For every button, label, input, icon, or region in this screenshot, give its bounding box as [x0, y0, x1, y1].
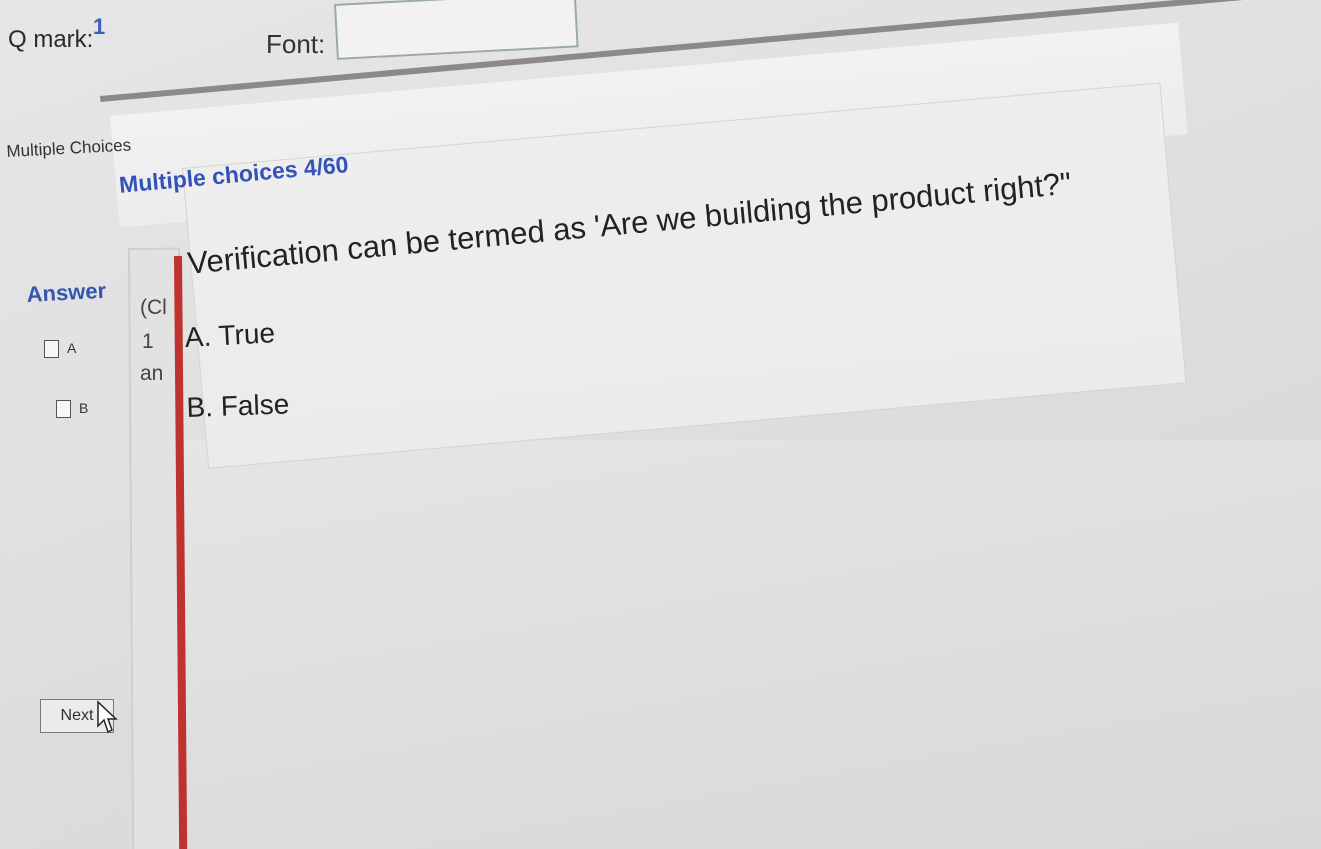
- side-column-text: (Cl: [140, 296, 167, 319]
- answer-option-letter: A: [67, 340, 77, 356]
- font-label: Font:: [266, 29, 326, 59]
- answer-option-letter: B: [79, 400, 89, 416]
- answer-label: Answer: [26, 277, 107, 307]
- checkbox-b[interactable]: [56, 400, 71, 419]
- font-select[interactable]: [334, 0, 579, 60]
- question-lower-area: [182, 440, 1321, 849]
- side-column-text: 1: [142, 330, 154, 353]
- answer-option-a[interactable]: A: [44, 340, 77, 359]
- answer-option-b[interactable]: B: [56, 400, 89, 419]
- qmark-label: Q mark:: [8, 26, 94, 53]
- option-a-label: A. True: [184, 317, 276, 353]
- side-column-text: an: [140, 362, 164, 385]
- qmark-value: 1: [93, 14, 106, 39]
- mouse-pointer-icon: [97, 700, 118, 734]
- option-b-label: B. False: [186, 388, 290, 423]
- checkbox-a[interactable]: [44, 340, 59, 359]
